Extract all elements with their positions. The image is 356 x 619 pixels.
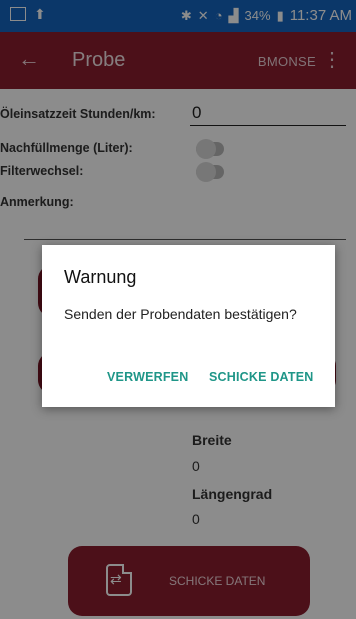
warning-dialog: Warnung Senden der Probendaten bestätige… <box>42 245 335 407</box>
dialog-title: Warnung <box>64 267 137 287</box>
discard-button[interactable]: VERWERFEN <box>107 370 188 384</box>
dialog-message: Senden der Probendaten bestätigen? <box>64 306 297 322</box>
screen: ⬆ ✱ ✕ ◔ ▟ 34% ▮ 11:37 AM ← Probe BMONSE … <box>0 0 356 619</box>
confirm-send-button[interactable]: SCHICKE DATEN <box>209 370 313 384</box>
